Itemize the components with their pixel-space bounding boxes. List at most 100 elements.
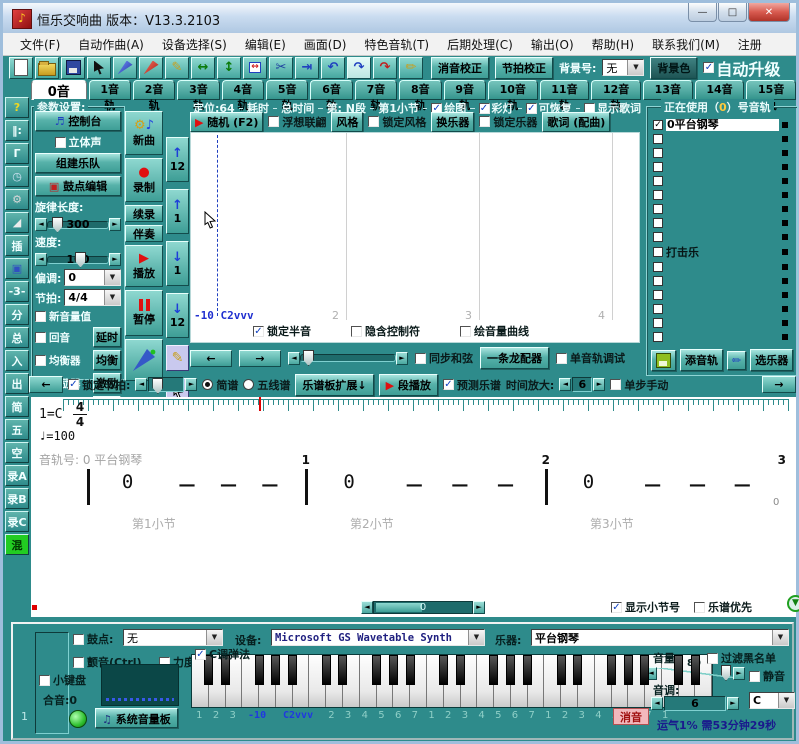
auto-upgrade-checkbox[interactable] [703,62,714,73]
save-track-button[interactable] [651,350,676,371]
pencil-tool-button[interactable]: ✎ [165,57,189,79]
black-key-10[interactable] [372,655,381,685]
track-checkbox-8[interactable] [653,232,663,242]
lock-beat-checkbox[interactable] [68,379,79,390]
menu-item-2[interactable]: 自动作曲(A) [69,36,153,53]
track-list-row-10[interactable] [653,260,790,274]
strip-record-b-button[interactable]: 录B [5,488,29,509]
spinner-left-arrow-icon[interactable]: ◄ [559,378,571,391]
track-tab-5[interactable]: 5音轨 [266,80,308,100]
strip-output-button[interactable]: 出 [5,373,29,394]
stretch-horizontal-button[interactable]: ↔ [191,57,215,79]
track-tab-6[interactable]: 6音轨 [310,80,352,100]
track-checkbox-2[interactable] [653,148,663,158]
note-canvas[interactable]: 234 -10 C2vvv 锁定半音 隐含控制符 绘音量曲线 [190,132,640,343]
redo-alt-button[interactable]: ↷ [373,57,397,79]
draw-volume-checkbox[interactable] [460,326,471,337]
score-priority-checkbox[interactable] [694,602,705,613]
transpose-down-12-button[interactable]: ↓12 [166,293,189,338]
black-key-11[interactable] [389,655,398,685]
small-keyboard-checkbox[interactable] [39,675,50,686]
lock-semitone-checkbox[interactable] [253,326,264,337]
track-list-row-11[interactable] [653,274,790,288]
scroll-left-button[interactable]: ← [190,350,232,367]
新音量值-checkbox[interactable] [35,311,46,322]
pause-button[interactable]: 暂停 [125,290,163,336]
stereo-checkbox[interactable] [55,137,66,148]
record-button[interactable]: ● 录制 [125,158,163,202]
transpose-up-12-button[interactable]: ↑12 [166,137,189,182]
chevron-down-icon[interactable]: ▼ [627,60,643,75]
track-checkbox-12[interactable] [653,290,663,300]
track-list-row-12[interactable] [653,288,790,302]
track-square-2[interactable] [782,150,788,156]
menu-item-7[interactable]: 后期处理(C) [438,36,522,53]
slider-right-arrow-icon[interactable]: ► [109,218,121,231]
change-instrument-button[interactable]: 换乐器 [431,112,474,132]
menu-item-4[interactable]: 编辑(E) [236,36,295,53]
lock-instrument-checkbox[interactable] [479,116,490,127]
track-list-row-4[interactable] [653,174,790,188]
score-left-button[interactable]: ← [29,376,63,393]
measure-1[interactable]: 0———1第1小节 [87,469,305,505]
track-square-7[interactable] [782,220,788,226]
track-checkbox-10[interactable] [653,262,663,272]
track-tab-4[interactable]: 4音轨 [222,80,264,100]
track-square-3[interactable] [782,164,788,170]
slider-left-arrow-icon[interactable]: ◄ [35,253,47,266]
detune-dropdown[interactable]: 0▼ [64,269,121,286]
track-list-row-0[interactable]: ✓0平台钢琴 [653,118,790,132]
menu-item-9[interactable]: 帮助(H) [583,36,643,53]
track-tab-13[interactable]: 13音轨 [643,80,693,100]
spinner-right-arrow-icon[interactable]: ► [185,378,197,391]
track-list-row-5[interactable] [653,188,790,202]
slider-right-arrow-icon[interactable]: ► [396,352,408,365]
black-key-18[interactable] [506,655,515,685]
track-tab-15[interactable]: 15音轨 [746,80,796,100]
sync-chord-checkbox[interactable] [415,353,426,364]
black-key-8[interactable] [338,655,347,685]
slider-thumb[interactable] [303,350,314,366]
spinner-left-arrow-icon[interactable]: ◄ [135,378,147,391]
track-square-4[interactable] [782,178,788,184]
time-ruler[interactable] [63,399,789,412]
track-checkbox-0[interactable]: ✓ [653,120,663,130]
beat-correct-button[interactable]: 节拍校正 [495,57,553,79]
c-key-checkbox[interactable] [195,649,206,660]
black-key-22[interactable] [573,655,582,685]
mute-checkbox[interactable] [749,671,760,682]
strip-repeat-sign-button[interactable]: ‖: [5,120,29,141]
track-checkbox-6[interactable] [653,204,663,214]
random-button[interactable]: ▶ 随机 (F2) [190,112,263,132]
add-track-button[interactable]: 添音轨 [680,349,723,371]
black-key-29[interactable] [691,655,700,685]
mute-notes-button[interactable]: 消音 [613,708,649,725]
style-button[interactable]: 风格 [331,112,363,132]
track-tab-10[interactable]: 10音轨 [488,80,538,100]
strip-help-button[interactable]: ? [5,97,29,118]
track-list-row-14[interactable] [653,316,790,330]
measures[interactable]: 0———1第1小节0———2第2小节0———3第3小节 [87,469,787,509]
track-square-9[interactable] [782,249,788,255]
black-key-3[interactable] [255,655,264,685]
strip-corner-bracket-button[interactable]: Γ [5,143,29,164]
predict-score-checkbox[interactable] [443,379,454,390]
track-checkbox-4[interactable] [653,176,663,186]
background-color-button[interactable]: 背景色 [650,57,697,79]
score-expand-button[interactable]: 乐谱板扩展↓ [295,374,373,396]
minimize-button[interactable]: — [688,3,717,22]
black-key-14[interactable] [439,655,448,685]
track-tab-12[interactable]: 12音轨 [591,80,641,100]
play-button[interactable]: ▶ 播放 [125,245,163,287]
cut-scissors-button[interactable]: ✂ [269,57,293,79]
mute-correct-button[interactable]: 消音校正 [431,57,489,79]
track-checkbox-14[interactable] [653,318,663,328]
filter-blacklist-checkbox[interactable] [707,653,718,664]
notation-scrollbar[interactable]: ◄ 0 ► [361,601,485,614]
black-key-5[interactable] [288,655,297,685]
track-checkbox-9[interactable] [653,247,663,257]
beat-spinner[interactable]: ◄ ► [135,377,197,392]
redo-button[interactable]: ↷ [347,57,371,79]
save-file-button[interactable] [61,57,85,79]
new-file-button[interactable] [9,57,33,79]
